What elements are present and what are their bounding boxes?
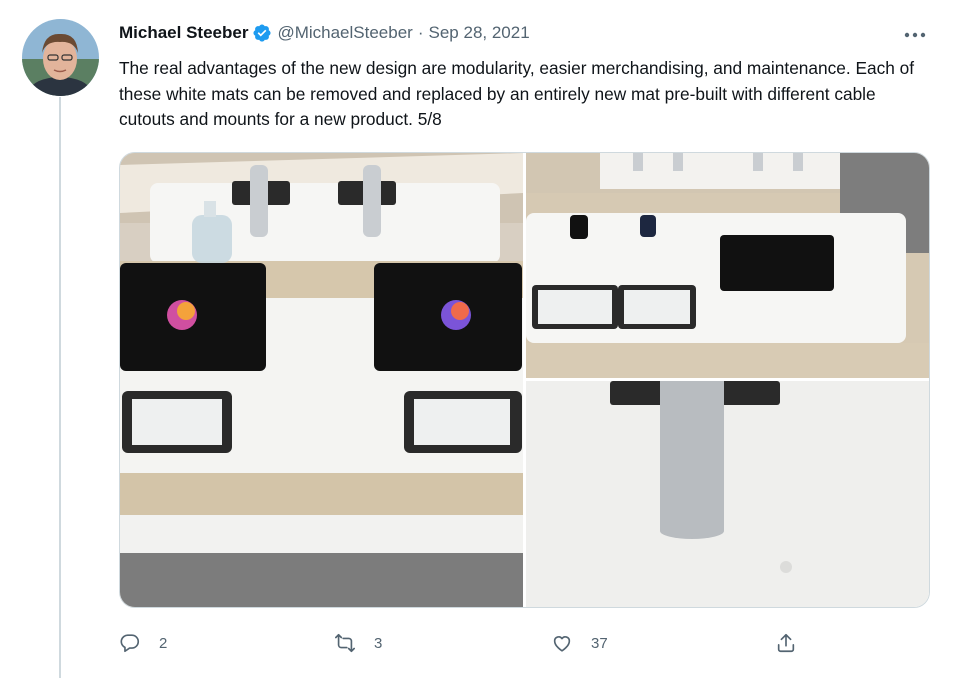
tweet-action-bar: 2 3 37 (119, 628, 819, 658)
retweet-count: 3 (374, 634, 383, 652)
thread-connector-line (59, 97, 61, 678)
tweet-header: Michael Steeber @MichaelSteeber · Sep 28… (119, 21, 530, 45)
author-handle[interactable]: @MichaelSteeber (277, 23, 412, 43)
like-button[interactable]: 37 (551, 628, 608, 658)
like-count: 37 (591, 634, 608, 652)
tweet-media-grid[interactable] (119, 152, 930, 608)
avatar-image (22, 19, 99, 96)
photo-top-right[interactable] (526, 153, 929, 378)
photo-bottom-right[interactable] (526, 381, 929, 607)
header-separator: · (417, 23, 424, 42)
retweet-icon (335, 633, 355, 653)
more-dots-icon[interactable] (903, 31, 927, 39)
author-name[interactable]: Michael Steeber (119, 23, 248, 43)
photo-left[interactable] (120, 153, 523, 607)
retweet-button[interactable]: 3 (334, 628, 382, 658)
heart-icon (553, 636, 571, 652)
reply-button[interactable]: 2 (119, 628, 167, 658)
reply-icon (120, 634, 140, 653)
tweet-date[interactable]: Sep 28, 2021 (429, 23, 530, 43)
verified-badge-icon (253, 24, 271, 42)
avatar[interactable] (22, 19, 99, 96)
tweet-text: The real advantages of the new design ar… (119, 58, 915, 129)
share-button[interactable] (775, 628, 797, 658)
share-icon (777, 633, 795, 653)
reply-count: 2 (159, 634, 168, 652)
